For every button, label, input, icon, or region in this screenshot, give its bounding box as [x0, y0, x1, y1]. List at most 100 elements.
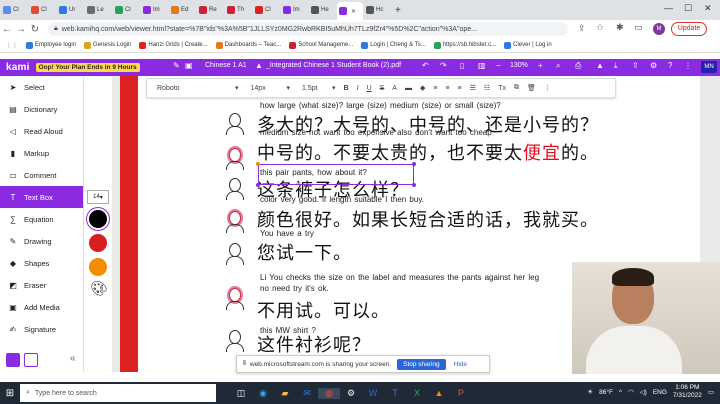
color-swatch[interactable]	[89, 210, 107, 228]
taskbar-search[interactable]: ⌕ Type here to search	[20, 384, 216, 402]
settings-icon[interactable]: ⚙	[650, 61, 657, 70]
tool-read-aloud[interactable]: ◁ Read Aloud	[0, 120, 83, 142]
profile-avatar[interactable]: M	[653, 23, 665, 35]
selected-text-box[interactable]	[256, 162, 416, 187]
share-icon[interactable]: ⇪	[578, 23, 586, 34]
kami-logo[interactable]: kami	[6, 62, 30, 73]
tool-shapes[interactable]: ◆ Shapes	[0, 252, 83, 274]
tool-drawing[interactable]: ✎ Drawing	[0, 230, 83, 252]
browser-tab[interactable]: ✕	[337, 2, 363, 20]
settings-icon[interactable]: ⚙	[340, 388, 362, 399]
windows-start-icon[interactable]: ⊞	[0, 388, 20, 399]
maximize-icon[interactable]: ☐	[684, 3, 692, 14]
bullet-list-icon[interactable]: ☰	[470, 84, 476, 92]
browser-tab[interactable]: Cl	[253, 2, 280, 18]
wifi-icon[interactable]: ◠	[628, 388, 634, 396]
align-center-icon[interactable]: ≡	[445, 85, 449, 92]
browser-tab[interactable]: Cl	[29, 2, 56, 18]
mail-icon[interactable]: ✉	[296, 388, 318, 399]
browser-tab[interactable]: Im	[141, 2, 168, 18]
forward-icon[interactable]: →	[14, 24, 28, 35]
print-icon[interactable]: ⎙	[575, 61, 581, 71]
numbered-list-icon[interactable]: ☷	[484, 84, 490, 92]
underline-icon[interactable]: U	[367, 85, 372, 92]
tool-text-box[interactable]: T Text Box	[0, 186, 83, 208]
bookmark-item[interactable]: Clever | Log in	[504, 41, 552, 49]
redo-icon[interactable]: ↷	[440, 61, 447, 70]
zoom-in-icon[interactable]: +	[538, 61, 543, 70]
language-indicator[interactable]: ENG	[653, 389, 667, 396]
teams-icon[interactable]: T	[384, 388, 406, 398]
powerpoint-icon[interactable]: P	[450, 388, 472, 398]
undo-icon[interactable]: ↶	[422, 61, 429, 70]
task-view-icon[interactable]: ◫	[230, 388, 252, 399]
file-explorer-icon[interactable]: ▰	[274, 388, 296, 399]
tool-eraser[interactable]: ◩ Eraser	[0, 274, 83, 296]
bookmark-item[interactable]: Genesis Login	[84, 41, 131, 49]
weather-temp[interactable]: 86°F	[599, 389, 613, 396]
search-icon[interactable]: ⌕	[556, 61, 560, 71]
update-button[interactable]: Update	[671, 22, 707, 36]
line-width-field[interactable]: 1.5pt	[302, 85, 324, 92]
close-window-icon[interactable]: ✕	[704, 3, 712, 14]
download-icon[interactable]: ⤓	[614, 61, 618, 71]
vlc-icon[interactable]: ▲	[428, 388, 450, 398]
align-left-icon[interactable]: ≡	[433, 85, 437, 92]
plan-promo-badge[interactable]: Oop! Your Plan Ends in 9 Hours	[35, 63, 140, 72]
clear-format-icon[interactable]: Tx	[498, 85, 506, 92]
text-color-icon[interactable]: A	[392, 85, 397, 92]
apps-icon[interactable]: ⋮⋮	[6, 42, 18, 49]
volume-icon[interactable]: ◁)	[640, 388, 647, 396]
font-size-field[interactable]: 14px	[251, 85, 279, 92]
color-swatch[interactable]	[89, 258, 107, 276]
bookmark-item[interactable]: https://sb.hibster.c...	[433, 41, 496, 49]
drive-save-icon[interactable]: ▲	[596, 61, 604, 70]
sidebar-mode-button[interactable]	[6, 353, 20, 367]
word-icon[interactable]: W	[362, 388, 384, 398]
chrome-icon[interactable]: ◍	[318, 387, 340, 399]
fill-color-icon[interactable]: ◆	[420, 84, 425, 92]
italic-icon[interactable]: I	[357, 85, 359, 92]
align-right-icon[interactable]: ≡	[458, 85, 462, 92]
copy-icon[interactable]: ⧉	[514, 84, 519, 92]
browser-tab[interactable]: Re	[197, 2, 224, 18]
share-doc-icon[interactable]: ⇪	[632, 61, 639, 70]
back-icon[interactable]: ←	[0, 24, 14, 35]
browser-tab[interactable]: Le	[85, 2, 112, 18]
more-options-icon[interactable]: ⋮	[544, 84, 551, 92]
new-tab-icon[interactable]: +	[395, 5, 401, 16]
palette-icon[interactable]: 🎨︎	[90, 280, 111, 297]
font-size-select[interactable]: 14 ▾	[87, 190, 109, 204]
bookmark-item[interactable]: School Manageme...	[289, 41, 353, 49]
delete-icon[interactable]: 🗑︎	[527, 84, 536, 92]
color-swatch[interactable]	[89, 234, 107, 252]
edit-icon[interactable]: ✎	[173, 61, 180, 70]
apps-grid-icon[interactable]: ⋮	[684, 61, 692, 70]
bookmark-item[interactable]: Dashboards – Teac...	[215, 41, 281, 49]
collapse-panel-icon[interactable]: «	[70, 353, 76, 364]
document-title[interactable]: _Integrated Chinese 1 Student Book (2).p…	[266, 62, 401, 69]
close-tab-icon[interactable]: ✕	[351, 8, 356, 15]
highlight-color-icon[interactable]: ▬	[405, 85, 412, 92]
bookmark-item[interactable]: Employee login	[26, 41, 76, 49]
stop-sharing-button[interactable]: Stop sharing	[397, 358, 446, 370]
tool-comment[interactable]: ▭ Comment	[0, 164, 83, 186]
bookmark-item[interactable]: Login | Cheng & Ts...	[361, 41, 426, 49]
class-name[interactable]: Chinese 1 A1	[205, 62, 247, 69]
url-bar[interactable]: 🔒︎ web.kamihq.com/web/viewer.html?state=…	[48, 22, 568, 36]
edge-icon[interactable]: ◉	[252, 388, 274, 399]
reading-list-icon[interactable]: ▭	[634, 22, 643, 33]
hide-button[interactable]: Hide	[454, 361, 467, 368]
tool-markup[interactable]: ▮ Markup	[0, 142, 83, 164]
dropdown-icon[interactable]: ▾	[235, 84, 239, 92]
user-initials-avatar[interactable]: MN	[701, 61, 717, 73]
tool-select[interactable]: ➤ Select	[0, 76, 83, 98]
browser-tab[interactable]: Cl	[1, 2, 28, 18]
browser-tab[interactable]: Ed	[169, 2, 196, 18]
tool-add-media[interactable]: ▣ Add Media	[0, 296, 83, 318]
tray-chevron-icon[interactable]: ^	[619, 389, 622, 396]
clock[interactable]: 1:06 PM 7/31/2022	[673, 384, 702, 400]
bookmark-item[interactable]: Hanzi Grids | Create...	[139, 41, 208, 49]
bold-icon[interactable]: B	[344, 85, 349, 92]
bookmark-star-icon[interactable]: ☆	[596, 22, 604, 33]
